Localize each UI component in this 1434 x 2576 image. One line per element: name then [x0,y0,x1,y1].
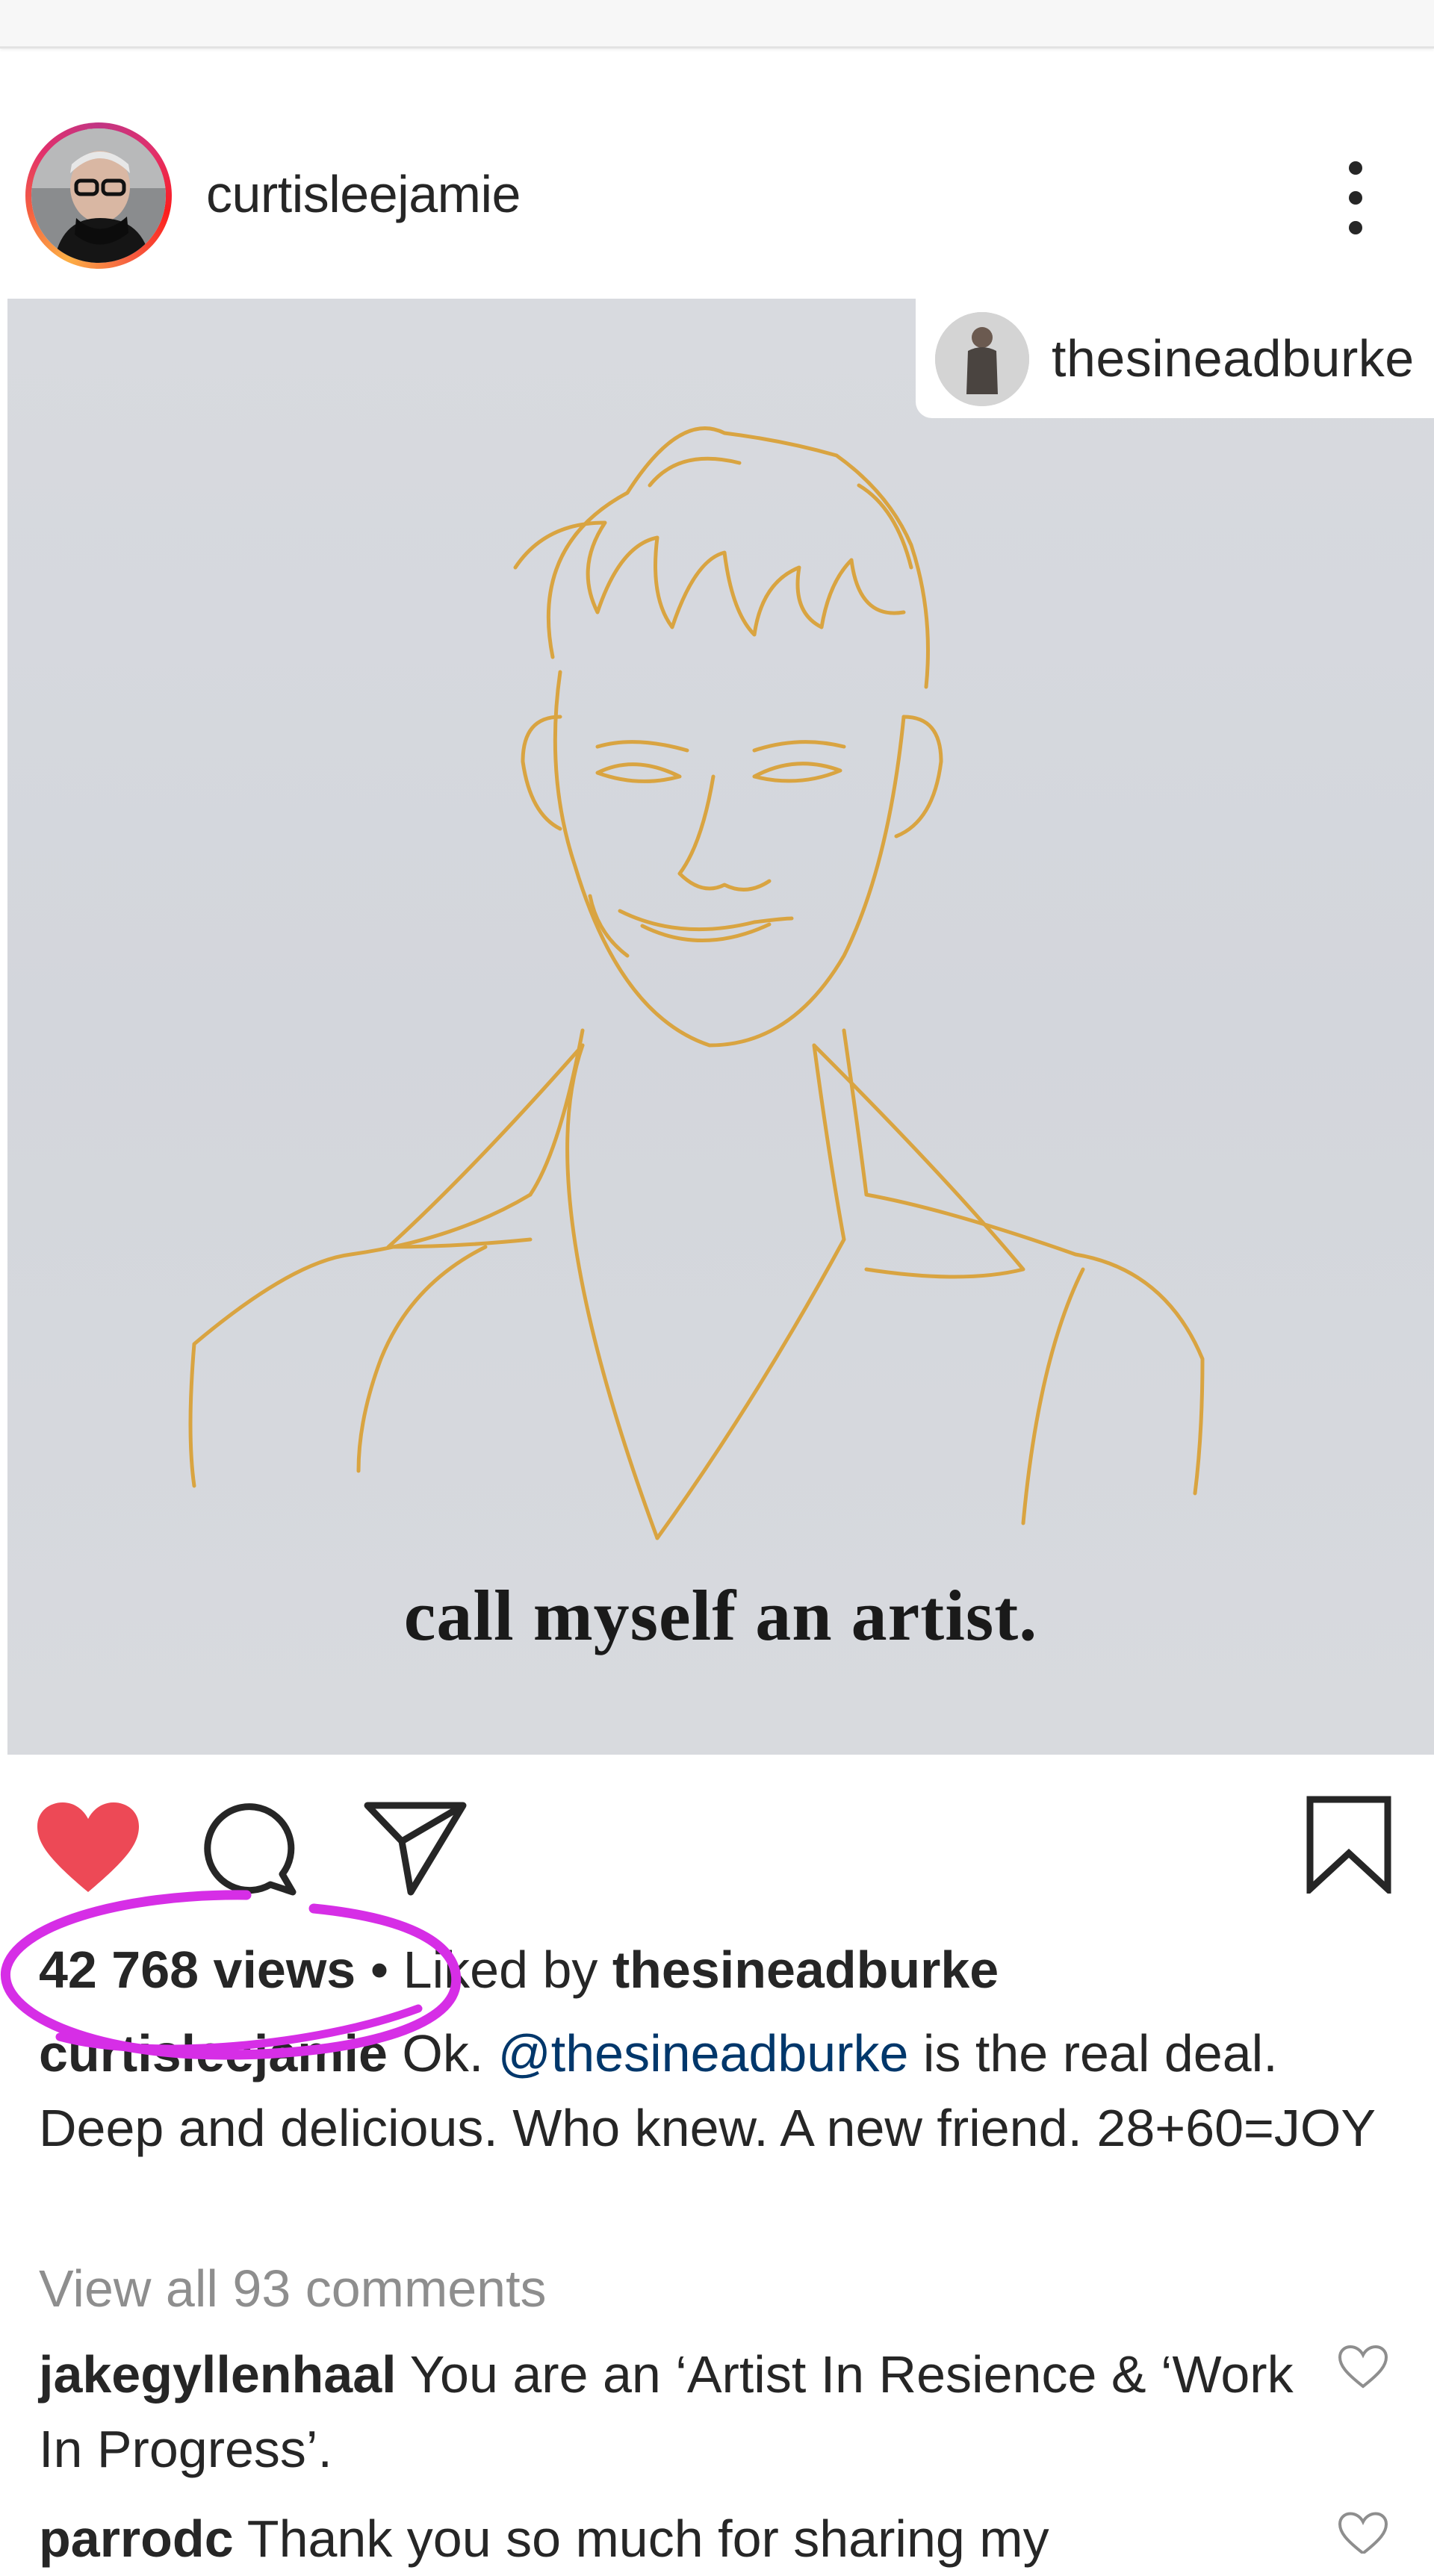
post-caption: curtisleejamie Ok. @thesineadburke is th… [39,2016,1406,2165]
media-overlay-text: call myself an artist. [403,1575,1038,1655]
liked-by-user[interactable]: thesineadburke [612,1941,999,1999]
comment-user[interactable]: jakegyllenhaal [39,2345,397,2404]
caption-text-1: Ok. [387,2024,498,2082]
view-count[interactable]: 42 768 views [39,1941,356,1999]
heart-filled-icon[interactable] [36,1801,140,1895]
bookmark-icon[interactable] [1306,1795,1392,1894]
author-avatar-story-ring[interactable] [25,122,172,269]
comment-item: jakegyllenhaal You are an ‘Artist In Res… [39,2337,1309,2486]
comment-text: Thank you so much for sharing my [233,2510,1049,2568]
comment-item: parrodc Thank you so much for sharing my [39,2501,1309,2576]
tagged-username: thesineadburke [1052,329,1415,388]
author-username[interactable]: curtisleejamie [206,164,521,224]
comment-user[interactable]: parrodc [39,2510,234,2568]
author-avatar [31,128,166,263]
separator: • [370,1941,389,1999]
more-options-icon[interactable] [1322,157,1389,239]
comment-bubble-icon[interactable] [202,1799,299,1897]
tagged-user-chip[interactable]: thesineadburke [916,299,1434,418]
caption-author[interactable]: curtisleejamie [39,2024,388,2082]
view-all-comments-link[interactable]: View all 93 comments [39,2259,547,2318]
paper-plane-icon[interactable] [363,1799,468,1897]
tagged-user-avatar [935,312,1029,406]
liked-by-label: Liked by [403,1941,598,1999]
line-art-portrait [188,426,1205,1540]
post-media[interactable]: thesineadburke call myself an artist. [7,299,1434,1755]
heart-outline-icon[interactable] [1337,2509,1389,2554]
top-bar [0,0,1434,49]
caption-mention[interactable]: @thesineadburke [498,2024,909,2082]
post-header: curtisleejamie [0,105,1434,284]
views-and-likes: 42 768 views • Liked by thesineadburke [39,1940,999,2000]
post-actions [0,1770,1434,1904]
heart-outline-icon[interactable] [1337,2345,1389,2389]
